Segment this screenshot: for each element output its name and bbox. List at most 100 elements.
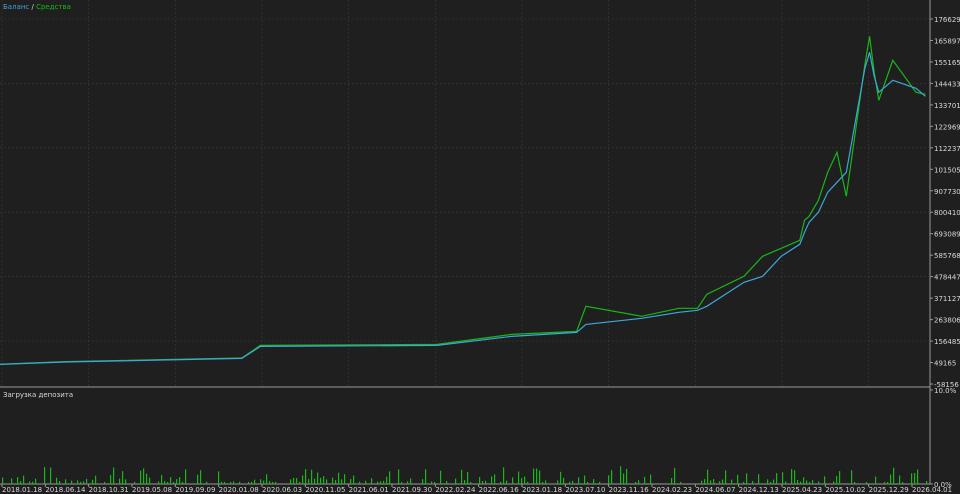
- y-tick-label: 800410: [934, 209, 960, 217]
- deposit-bar: [332, 477, 334, 484]
- deposit-bar: [638, 480, 640, 484]
- deposit-bar: [461, 469, 463, 484]
- deposit-bar: [176, 479, 178, 484]
- deposit-bar: [122, 471, 124, 484]
- deposit-bar: [854, 481, 856, 484]
- deposit-bar: [800, 481, 802, 484]
- deposit-bar: [701, 480, 703, 484]
- deposit-bar: [902, 481, 904, 484]
- deposit-bar: [494, 474, 496, 484]
- deposit-bar: [299, 481, 301, 484]
- x-tick-label: 2024.02.23: [652, 486, 692, 494]
- deposit-bar: [623, 473, 625, 484]
- deposit-bar: [221, 481, 223, 484]
- deposit-bar: [833, 481, 835, 484]
- deposit-bar: [380, 481, 382, 484]
- deposit-bar: [140, 470, 142, 484]
- deposit-y-tick-label: 10.0%: [934, 387, 957, 395]
- deposit-bar: [770, 481, 772, 484]
- x-tick-label: 2021.09.30: [392, 486, 432, 494]
- deposit-bar: [65, 479, 67, 484]
- deposit-bar: [296, 478, 298, 484]
- deposit-bar: [383, 480, 385, 484]
- x-tick-label: 2020.01.08: [219, 486, 259, 494]
- x-tick-label: 2019.05.08: [132, 486, 172, 494]
- deposit-bar: [518, 471, 520, 484]
- deposit-bar: [371, 478, 373, 484]
- y-tick-label: 693089: [934, 231, 960, 239]
- deposit-bar: [308, 479, 310, 484]
- deposit-bar: [200, 470, 202, 484]
- deposit-bar: [455, 478, 457, 484]
- deposit-bar: [317, 472, 319, 484]
- deposit-bar: [44, 467, 46, 484]
- deposit-bar: [914, 472, 916, 484]
- deposit-bar: [503, 467, 505, 484]
- deposit-bar: [713, 479, 715, 484]
- y-tick-label: 907730: [934, 188, 960, 196]
- x-tick-label: 2022.06.16: [479, 486, 520, 494]
- deposit-bar: [158, 481, 160, 484]
- deposit-bar: [911, 473, 913, 484]
- deposit-bar: [680, 481, 682, 484]
- deposit-bar: [272, 481, 274, 484]
- deposit-bar: [305, 469, 307, 484]
- deposit-bar: [542, 481, 544, 484]
- y-tick-label: 1229693: [934, 123, 960, 131]
- deposit-bar: [335, 479, 337, 484]
- deposit-bar: [521, 478, 523, 484]
- deposit-bar: [164, 481, 166, 484]
- deposit-bar: [71, 480, 73, 484]
- deposit-bar: [197, 474, 199, 484]
- deposit-bar: [323, 476, 325, 484]
- deposit-bar: [146, 473, 148, 484]
- deposit-bar: [797, 480, 799, 484]
- deposit-bar: [11, 478, 13, 484]
- deposit-bar: [467, 472, 469, 484]
- x-tick-label: 2026.04.01: [912, 486, 952, 494]
- deposit-bar: [527, 481, 529, 484]
- deposit-bar: [851, 470, 853, 484]
- deposit-bar: [752, 480, 754, 484]
- deposit-bar: [161, 475, 163, 484]
- deposit-bar: [626, 468, 628, 484]
- deposit-bar: [563, 477, 565, 484]
- x-tick-label: 2023.07.10: [565, 486, 605, 494]
- deposit-bar: [119, 478, 121, 484]
- deposit-bar: [143, 468, 145, 484]
- x-tick-label: 2023.11.16: [609, 486, 650, 494]
- deposit-bar: [893, 467, 895, 484]
- deposit-bar: [17, 476, 19, 484]
- deposit-bar: [479, 477, 481, 484]
- deposit-bar: [773, 479, 775, 484]
- deposit-bar: [884, 481, 886, 484]
- deposit-bar: [173, 481, 175, 484]
- deposit-bar: [20, 480, 22, 484]
- x-tick-label: 2020.06.03: [262, 486, 302, 494]
- deposit-bar: [170, 477, 172, 484]
- y-tick-label: 1015051: [934, 166, 960, 174]
- deposit-bar: [737, 474, 739, 484]
- deposit-bar: [251, 481, 253, 484]
- deposit-bar: [890, 474, 892, 484]
- chart-svg: 1766296 1658975 1551655 1444334 1337013 12296…: [0, 0, 960, 494]
- deposit-bar: [350, 479, 352, 484]
- deposit-bar: [311, 469, 313, 484]
- deposit-bar: [326, 479, 328, 484]
- deposit-bar: [560, 471, 562, 484]
- deposit-bar: [584, 475, 586, 484]
- deposit-bar: [239, 481, 241, 484]
- deposit-bar: [338, 472, 340, 484]
- x-tick-label: 2018.01.18: [2, 486, 42, 494]
- deposit-bar: [32, 481, 34, 484]
- deposit-bar: [56, 477, 58, 484]
- deposit-bar: [344, 474, 346, 484]
- deposit-bar: [125, 479, 127, 484]
- legend-equity: Средства: [36, 3, 71, 11]
- deposit-bar: [110, 475, 112, 484]
- deposit-bar: [113, 467, 115, 484]
- deposit-bar: [23, 475, 25, 484]
- deposit-bar: [545, 480, 547, 484]
- deposit-bar: [593, 479, 595, 484]
- deposit-bar: [710, 480, 712, 484]
